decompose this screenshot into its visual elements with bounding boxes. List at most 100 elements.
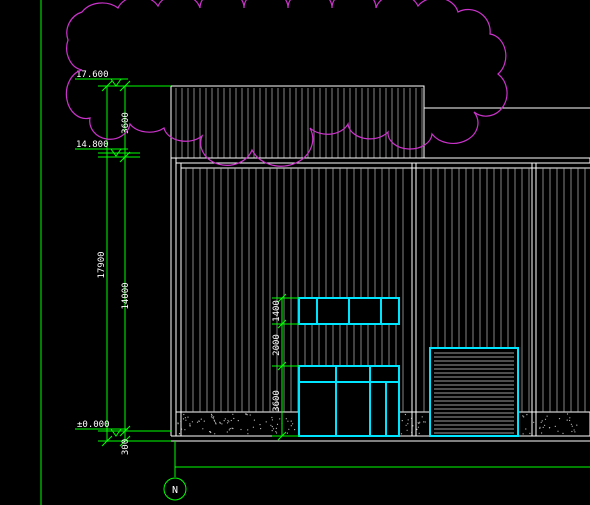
hatch-dot [260,428,262,430]
hatch-dot [231,427,233,429]
hatch-dot [522,415,524,417]
hatch-dot [400,433,403,435]
hatch-dot [214,420,216,422]
dim-roof-segment: 3600 [121,112,131,134]
hatch-dot [418,432,420,434]
hatch-dot [569,417,571,419]
hatch-dot [548,427,551,429]
hatch-dot [213,416,215,418]
dim-window-height: 1400 [272,300,282,322]
hatch-dot [562,432,564,434]
hatch-dot [228,429,230,431]
hatch-dot [290,425,292,427]
hatch-dot [226,422,229,424]
hatch-dot [209,431,211,433]
hatch-dot [404,413,406,416]
hatch-dot [215,423,217,425]
hatch-dot [184,417,186,419]
cad-elevation-drawing: N 17.600 14.800 ±0.000 3600 17900 14000 … [0,0,590,505]
hatch-dot [546,415,548,417]
hatch-dot [554,425,556,427]
dim-base-segment: 300 [121,439,131,455]
hatch-dot [219,422,221,424]
hatch-dot [182,418,185,420]
hatch-dot [401,420,403,422]
hatch-dot [541,420,543,422]
dim-overall: 17900 [97,251,107,278]
hatch-dot [237,420,239,422]
hatch-dot [259,424,261,426]
hatch-dot [183,413,185,416]
hatch-dot [270,424,272,426]
hatch-dot [224,418,226,420]
hatch-dot [541,432,543,434]
hatch-dot [275,427,277,429]
hatch-dot [569,419,571,422]
hatch-dot [249,414,251,416]
hatch-dot [279,418,281,420]
hatch-dot [558,418,561,420]
hatch-dot [286,432,288,434]
level-eave-label: 14.800 [76,140,109,150]
dim-wall-segment: 14000 [121,282,131,309]
hatch-dot [189,423,191,425]
hatch-dot [200,418,202,420]
hatch-dot [230,419,232,422]
dim-door-height: 3600 [272,390,282,412]
hatch-dot [294,429,296,431]
hatch-dot [276,432,278,434]
high-window [298,297,400,325]
hatch-dot [228,421,230,423]
hatch-dot [252,426,254,428]
hatch-dot [407,423,409,425]
hatch-dot [290,420,292,422]
hatch-dot [202,428,204,430]
hatch-dot [271,426,273,428]
hatch-dot [570,423,573,425]
hatch-dot [544,424,546,426]
hatch-dot [405,424,407,426]
hatch-dot [276,423,279,425]
hatch-dot [539,426,541,428]
entrance-door [298,365,400,437]
hatch-dot [522,433,524,435]
hatch-dot [526,414,528,416]
hatch-dot [271,419,273,421]
level-top-label: 17.600 [76,70,109,80]
hatch-dot [211,414,213,416]
hatch-dot [253,419,255,421]
hatch-dot [189,424,191,426]
hatch-dot [212,417,214,419]
hatch-dot [184,429,186,431]
hatch-dot [525,428,527,430]
hatch-dot [272,428,275,430]
dim-mid-wall: 2000 [272,334,282,356]
hatch-dot [421,416,423,418]
hatch-dot [214,433,216,435]
hatch-dot [210,416,213,418]
hatch-dot [424,421,426,423]
hatch-dot [539,427,541,429]
level-ground-label: ±0.000 [77,420,110,430]
hatch-dot [187,416,189,418]
hatch-dot [229,428,231,430]
hatch-dot [571,430,573,433]
hatch-dot [423,421,425,423]
hatch-dot [177,422,179,424]
hatch-dot [232,413,234,415]
hatch-dot [406,429,408,431]
hatch-dot [275,431,277,433]
hatch-dot [178,433,181,435]
hatch-dot [271,430,273,432]
hatch-dot [247,429,249,431]
hatch-dot [573,429,575,431]
hatch-dot [198,420,200,422]
hatch-dot [544,418,547,420]
hatch-dot [265,421,267,423]
hatch-dot [247,433,249,435]
hatch-dot [226,431,228,433]
hatch-dot [240,428,242,431]
hatch-dot [533,421,535,423]
hatch-dot [576,424,578,426]
grid-axis-label: N [172,485,178,496]
